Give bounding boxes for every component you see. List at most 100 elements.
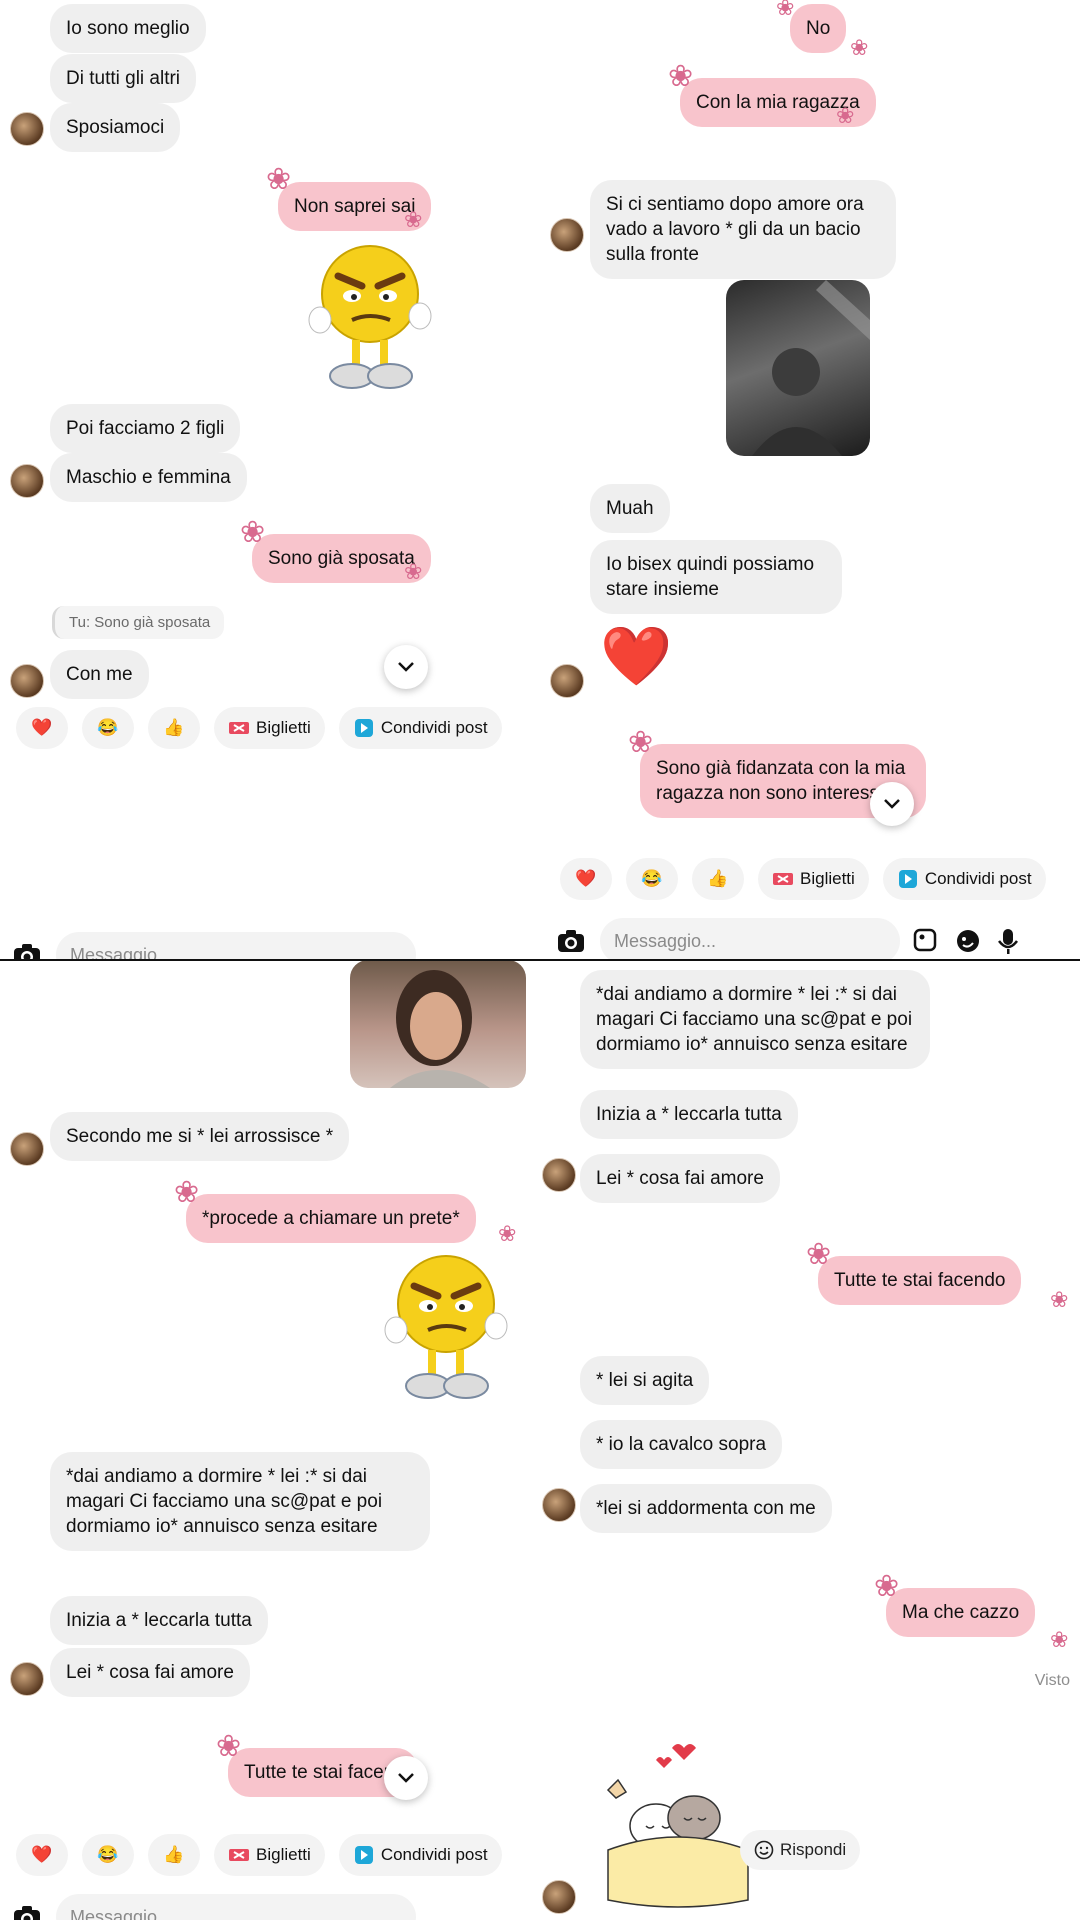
share-post-button[interactable]: Condividi post (338, 707, 502, 749)
chat-panel-2: No ❀ ❀ Con la mia ragazza ❀ ❀ Si ci sent… (540, 0, 1080, 960)
chat-panel-3: Secondo me si * lei arrossisce * *proced… (0, 960, 540, 1920)
message-incoming: Poi facciamo 2 figli (50, 404, 241, 453)
composer: Messaggio... (12, 930, 416, 960)
flower-icon: ❀ (668, 60, 694, 93)
gallery-icon[interactable] (912, 927, 940, 955)
share-icon (354, 719, 373, 737)
flower-icon: ❀ (404, 559, 423, 584)
thumbs-up-icon: 👍 (707, 869, 729, 888)
composer: Messaggio... (12, 1892, 416, 1920)
laugh-icon: 😂 (641, 869, 663, 888)
angry-emoji-sticker (308, 245, 432, 389)
message-incoming: Con me (50, 650, 149, 699)
laugh-reaction-button[interactable]: 😂 (626, 858, 678, 900)
message-incoming: Secondo me si * lei arrossisce * (50, 1112, 350, 1161)
share-post-label: Condividi post (380, 718, 488, 737)
tickets-label: Biglietti (256, 718, 311, 737)
avatar[interactable] (10, 1132, 44, 1166)
thumbs-up-reaction-button[interactable]: 👍 (692, 858, 744, 900)
laugh-icon: 😂 (97, 718, 119, 737)
composer: Messaggio... (556, 916, 1020, 960)
tickets-label: Biglietti (256, 1845, 311, 1864)
ticket-icon (773, 873, 793, 885)
flower-icon: ❀ (806, 1238, 832, 1271)
message-input[interactable]: Messaggio... (600, 918, 900, 960)
message-input[interactable]: Messaggio... (56, 932, 416, 960)
flower-icon: ❀ (836, 103, 855, 128)
scroll-down-button[interactable] (384, 645, 428, 689)
thumbs-up-reaction-button[interactable]: 👍 (148, 1834, 200, 1876)
flower-icon: ❀ (174, 1176, 200, 1209)
avatar[interactable] (542, 1880, 576, 1914)
avatar[interactable] (542, 1158, 576, 1192)
tickets-label: Biglietti (800, 869, 855, 888)
shared-photo[interactable] (350, 960, 526, 1088)
seen-indicator: Visto (1034, 1672, 1070, 1689)
share-icon (898, 870, 917, 888)
camera-icon[interactable] (12, 1902, 42, 1920)
flower-icon: ❀ (216, 1730, 242, 1763)
message-incoming: *dai andiamo a dormire * lei :* si dai m… (580, 970, 930, 1069)
chat-panel-4: *dai andiamo a dormire * lei :* si dai m… (540, 960, 1080, 1920)
avatar[interactable] (10, 664, 44, 698)
message-incoming: Sposiamoci (50, 103, 181, 152)
chat-panel-1: Io sono meglio Di tutti gli altri Sposia… (0, 0, 540, 960)
chevron-down-icon (398, 662, 414, 672)
message-incoming: *lei si addormenta con me (580, 1484, 832, 1533)
tickets-button[interactable]: Biglietti (758, 858, 869, 900)
flower-icon: ❀ (240, 516, 266, 549)
chevron-down-icon (884, 799, 900, 809)
avatar[interactable] (10, 112, 44, 146)
flower-icon: ❀ (628, 726, 654, 759)
message-incoming: Inizia a * leccarla tutta (580, 1090, 798, 1139)
message-outgoing: Ma che cazzo (886, 1588, 1036, 1637)
camera-icon[interactable] (12, 940, 42, 960)
smiley-icon (754, 1840, 774, 1860)
thumbs-up-icon: 👍 (163, 1845, 185, 1864)
avatar[interactable] (542, 1488, 576, 1522)
message-outgoing: Tutte te stai facendo (818, 1256, 1022, 1305)
flower-icon: ❀ (850, 35, 869, 60)
flower-icon: ❀ (404, 207, 423, 232)
microphone-icon[interactable] (996, 927, 1020, 955)
share-post-button[interactable]: Condividi post (338, 1834, 502, 1876)
reply-button[interactable]: Rispondi (740, 1830, 861, 1870)
laugh-reaction-button[interactable]: 😂 (82, 1834, 134, 1876)
scroll-down-button[interactable] (870, 782, 914, 826)
heart-reaction-button[interactable]: ❤️ (16, 707, 68, 749)
reply-preview: Tu: Sono già sposata (52, 606, 225, 639)
message-incoming: Si ci sentiamo dopo amore ora vado a lav… (590, 180, 896, 279)
angry-emoji-sticker (384, 1255, 508, 1399)
avatar[interactable] (10, 464, 44, 498)
heart-reaction-button[interactable]: ❤️ (560, 858, 612, 900)
tickets-button[interactable]: Biglietti (214, 707, 325, 749)
camera-icon[interactable] (556, 926, 586, 956)
sticker-icon[interactable] (954, 927, 982, 955)
tickets-button[interactable]: Biglietti (214, 1834, 325, 1876)
quick-replies: ❤️ 😂 👍 Biglietti Condividi post (16, 707, 502, 749)
message-incoming: Muah (590, 484, 670, 533)
scroll-down-button[interactable] (384, 1756, 428, 1800)
person-photo-image (390, 970, 490, 1088)
laugh-reaction-button[interactable]: 😂 (82, 707, 134, 749)
avatar[interactable] (550, 218, 584, 252)
chevron-down-icon (398, 1773, 414, 1783)
share-post-button[interactable]: Condividi post (882, 858, 1046, 900)
heart-icon: ❤️ (31, 1845, 53, 1864)
message-incoming: Di tutti gli altri (50, 54, 197, 103)
message-incoming: Lei * cosa fai amore (580, 1154, 780, 1203)
avatar[interactable] (10, 1662, 44, 1696)
avatar[interactable] (550, 664, 584, 698)
share-icon (354, 1846, 373, 1864)
cats-sleeping-sticker (606, 1744, 749, 1908)
heart-icon: ❤️ (575, 869, 597, 888)
person-silhouette-image (752, 280, 870, 456)
thumbs-up-reaction-button[interactable]: 👍 (148, 707, 200, 749)
heart-reaction-button[interactable]: ❤️ (16, 1834, 68, 1876)
message-input[interactable]: Messaggio... (56, 1894, 416, 1920)
message-incoming: * io la cavalco sopra (580, 1420, 783, 1469)
video-thumbnail[interactable] (726, 280, 870, 456)
message-incoming: Maschio e femmina (50, 453, 247, 502)
flower-icon: ❀ (266, 163, 292, 196)
flower-icon: ❀ (776, 0, 795, 20)
